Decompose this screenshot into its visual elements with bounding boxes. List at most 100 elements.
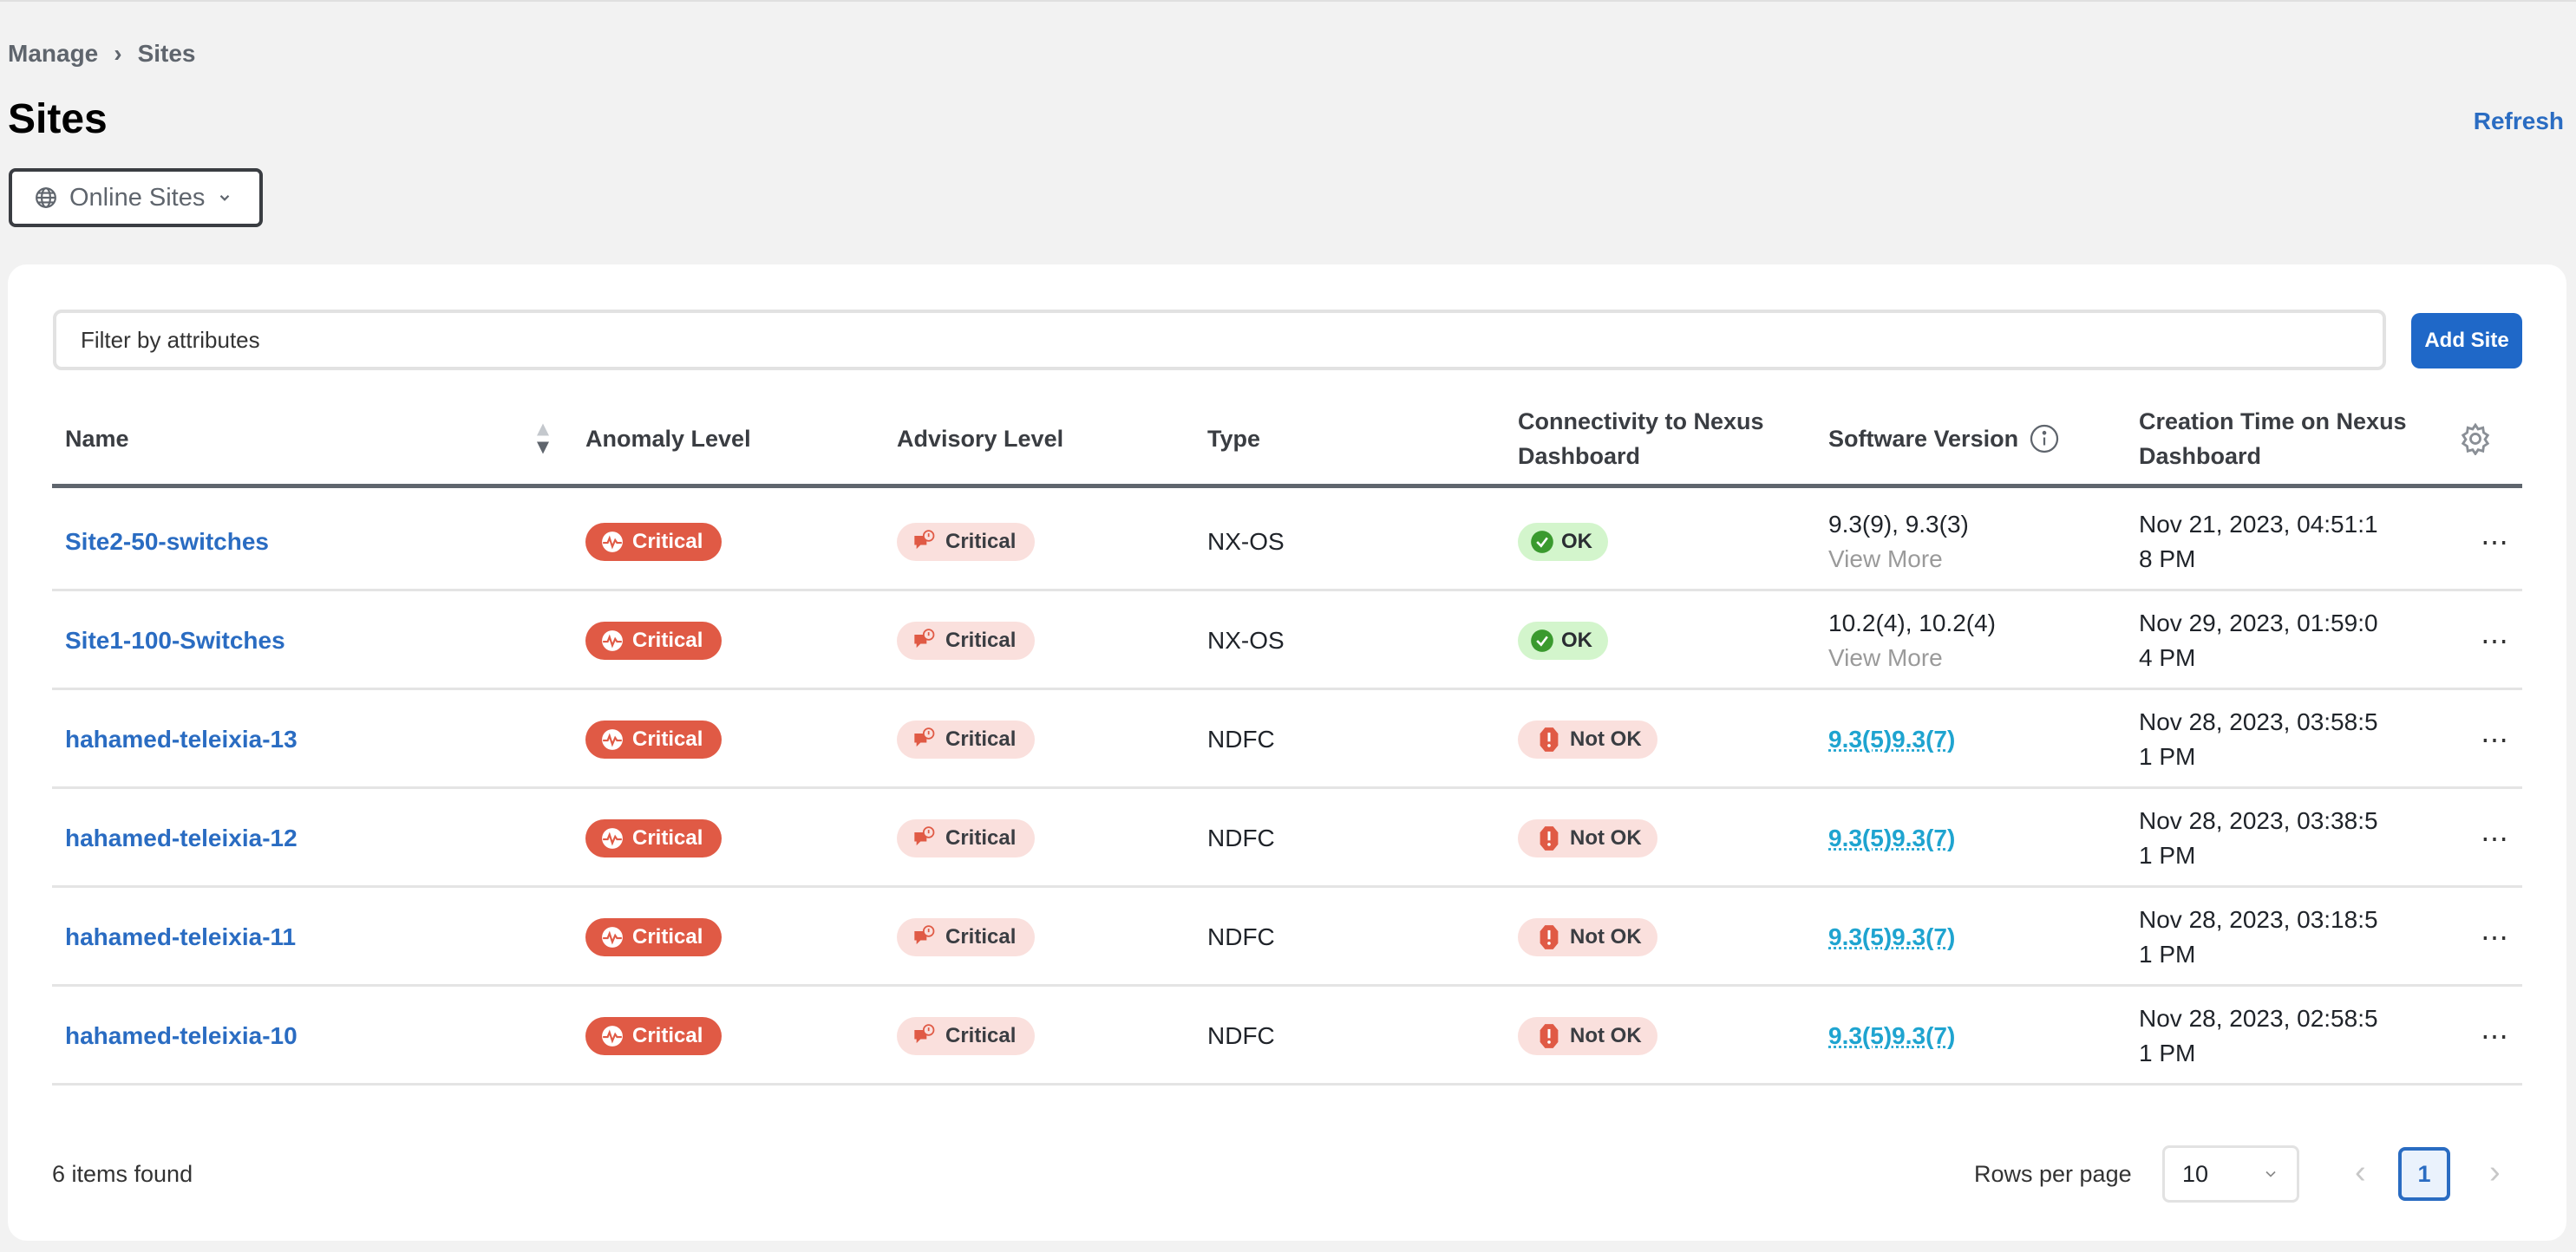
advisory-badge: Critical [897,523,1036,561]
view-more-link[interactable]: View More [1828,641,1943,675]
column-header-advisory[interactable]: Advisory Level [897,393,1063,484]
site-name-link[interactable]: hahamed-teleixia-12 [65,825,297,852]
row-actions-more-icon[interactable]: ⋯ [2481,1020,2510,1053]
site-name-link[interactable]: hahamed-teleixia-11 [65,923,296,951]
rows-per-page-select[interactable]: 10 [2162,1145,2299,1203]
row-actions-more-icon[interactable]: ⋯ [2481,822,2510,855]
connectivity-badge: OK [1518,622,1608,660]
table-header: Name Anomaly Level Advisory Level Type C… [52,393,2522,488]
creation-time-cont: 1 PM [2139,743,2196,770]
rows-per-page-label: Rows per page [1974,1161,2132,1187]
connectivity-badge: Not OK [1518,819,1657,857]
chevron-down-icon [2265,1170,2276,1177]
next-page-button[interactable]: › [2489,1154,2501,1191]
page-1-button[interactable]: 1 [2398,1147,2450,1201]
column-name-label: Name [65,425,129,452]
add-site-button[interactable]: Add Site [2411,313,2522,368]
row-actions-more-icon[interactable]: ⋯ [2481,723,2510,756]
online-sites-dropdown[interactable]: Online Sites [9,168,263,227]
connectivity-badge: Not OK [1518,1017,1657,1055]
creation-time-cont: 8 PM [2139,545,2196,572]
creation-time-cont: 1 PM [2139,1040,2196,1066]
refresh-button[interactable]: Refresh [2474,108,2564,135]
site-type: NDFC [1207,825,1275,851]
column-header-software[interactable]: Software Version [1828,393,2060,484]
filter-placeholder: Filter by attributes [81,326,260,353]
settings-gear-icon[interactable] [2459,422,2492,455]
software-label: Software Version [1828,425,2019,452]
site-name-link[interactable]: Site2-50-switches [65,528,269,556]
software-version: 9.3(9), 9.3(3) [1828,511,1969,538]
filter-input[interactable]: Filter by attributes [53,310,2386,370]
column-header-connectivity[interactable]: Connectivity to Nexus Dashboard [1518,393,1795,484]
site-name-link[interactable]: Site1-100-Switches [65,627,285,655]
table-row[interactable]: hahamed-teleixia-10 Critical Critical ND… [52,987,2522,1086]
software-version-link[interactable]: 9.3(5)9.3(7) [1828,1022,1955,1050]
software-version: 10.2(4), 10.2(4) [1828,610,1996,636]
row-actions-more-icon[interactable]: ⋯ [2481,624,2510,657]
connectivity-badge: OK [1518,523,1608,561]
row-actions-more-icon[interactable]: ⋯ [2481,921,2510,954]
check-circle-icon [1531,629,1553,652]
anomaly-pulse-icon [602,927,623,948]
table-row[interactable]: hahamed-teleixia-11 Critical Critical ND… [52,888,2522,987]
site-type: NX-OS [1207,528,1285,555]
advisory-bubble-icon [914,1024,935,1044]
software-version-link[interactable]: 9.3(5)9.3(7) [1828,726,1955,753]
software-version-link[interactable]: 9.3(5)9.3(7) [1828,825,1955,852]
alert-octagon-icon [1540,1024,1559,1048]
row-actions-more-icon[interactable]: ⋯ [2481,525,2510,558]
items-found: 6 items found [52,1161,193,1187]
prev-page-button[interactable]: ‹ [2355,1154,2366,1191]
table-row[interactable]: hahamed-teleixia-13 Critical Critical ND… [52,690,2522,789]
connectivity-badge: Not OK [1518,721,1657,759]
view-more-link[interactable]: View More [1828,542,1943,577]
anomaly-badge: Critical [585,819,722,857]
advisory-badge: Critical [897,918,1036,956]
check-circle-icon [1531,531,1553,553]
column-header-name[interactable]: Name [65,393,551,484]
alert-octagon-icon [1540,727,1559,752]
site-name-link[interactable]: hahamed-teleixia-10 [65,1022,297,1050]
connectivity-badge: Not OK [1518,918,1657,956]
creation-time-cont: 1 PM [2139,941,2196,968]
column-header-anomaly[interactable]: Anomaly Level [585,393,751,484]
anomaly-badge: Critical [585,721,722,759]
creation-time: Nov 28, 2023, 03:38:5 [2139,807,2378,834]
chevron-down-icon [220,194,230,201]
table-row[interactable]: Site1-100-Switches Critical Critical NX-… [52,591,2522,690]
info-icon[interactable] [2029,423,2060,454]
creation-time: Nov 28, 2023, 02:58:5 [2139,1005,2378,1032]
creation-time: Nov 28, 2023, 03:58:5 [2139,708,2378,735]
advisory-bubble-icon [914,925,935,945]
page-title: Sites [8,96,108,142]
globe-icon [36,187,56,208]
table-footer: 6 items found Rows per page 10 ‹ 1 › [52,1145,2522,1206]
site-type: NX-OS [1207,627,1285,654]
breadcrumb: Manage › Sites [8,40,196,68]
advisory-badge: Critical [897,819,1036,857]
creation-time-cont: 1 PM [2139,842,2196,869]
advisory-bubble-icon [914,826,935,846]
creation-time-cont: 4 PM [2139,644,2196,671]
breadcrumb-manage[interactable]: Manage [8,40,98,68]
advisory-badge: Critical [897,622,1036,660]
site-name-link[interactable]: hahamed-teleixia-13 [65,726,297,753]
table-row[interactable]: hahamed-teleixia-12 Critical Critical ND… [52,789,2522,888]
online-sites-label: Online Sites [69,183,206,212]
advisory-badge: Critical [897,1017,1036,1055]
anomaly-pulse-icon [602,531,623,552]
alert-octagon-icon [1540,826,1559,851]
sort-icon[interactable] [535,421,551,457]
anomaly-badge: Critical [585,622,722,660]
table-row[interactable]: Site2-50-switches Critical Critical NX-O… [52,492,2522,591]
anomaly-pulse-icon [602,729,623,750]
anomaly-pulse-icon [602,828,623,849]
rows-per-page-value: 10 [2182,1160,2209,1187]
advisory-bubble-icon [914,530,935,550]
breadcrumb-sites: Sites [137,40,196,67]
column-header-type[interactable]: Type [1207,393,1260,484]
column-header-creation[interactable]: Creation Time on Nexus Dashboard [2139,393,2425,484]
advisory-badge: Critical [897,721,1036,759]
software-version-link[interactable]: 9.3(5)9.3(7) [1828,923,1955,951]
